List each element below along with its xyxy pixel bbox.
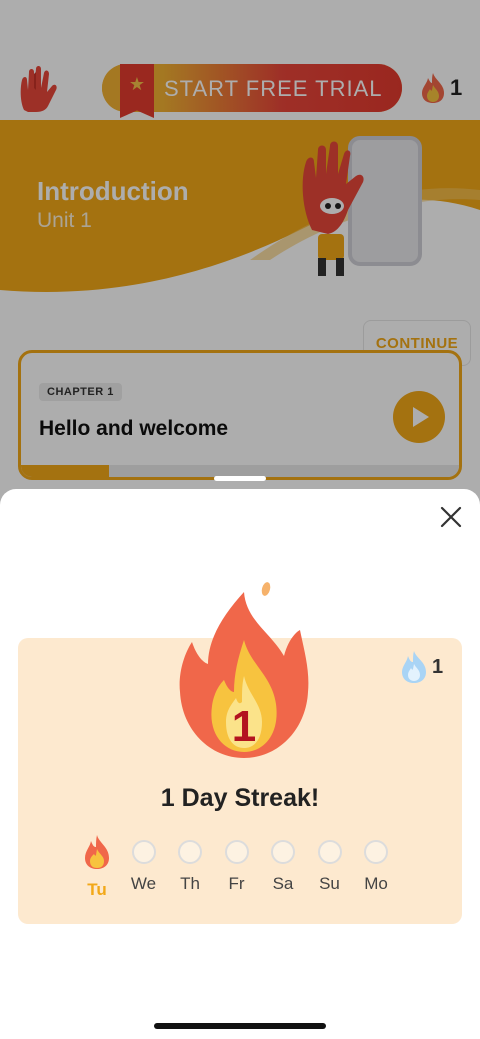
day-mo: Mo	[353, 834, 399, 894]
start-free-trial-button[interactable]: ★ START FREE TRIAL	[102, 64, 402, 118]
close-icon[interactable]	[436, 502, 466, 532]
day-empty-circle	[224, 840, 249, 864]
big-flame-icon: 1	[174, 580, 314, 765]
streak-counter[interactable]: 1	[420, 72, 462, 104]
chapter-tag: CHAPTER 1	[39, 383, 122, 401]
chapter-title: Hello and welcome	[39, 417, 229, 440]
day-th: Th	[167, 834, 213, 894]
play-icon	[413, 407, 429, 427]
continue-label: CONTINUE	[375, 334, 459, 352]
unit-subtitle: Unit 1	[37, 209, 92, 232]
streak-freeze-counter[interactable]: 1	[400, 650, 443, 684]
hand-logo-icon[interactable]	[16, 66, 58, 112]
day-sa: Sa	[260, 834, 306, 894]
star-ribbon-icon: ★	[120, 64, 154, 118]
chapter-progress-fill	[21, 465, 109, 477]
streak-title: 1 Day Streak!	[160, 784, 320, 812]
day-label: Fr	[228, 874, 245, 893]
freeze-count: 1	[432, 655, 444, 678]
top-bar: ★ START FREE TRIAL 1	[0, 60, 480, 120]
flame-icon	[85, 835, 109, 869]
day-tu: Tu	[74, 834, 120, 900]
week-tracker: Tu We Th Fr Sa Su Mo	[74, 834, 402, 904]
flame-icon	[422, 73, 444, 103]
day-empty-circle	[364, 840, 388, 864]
day-we: We	[121, 834, 167, 894]
day-empty-circle	[178, 840, 202, 864]
blue-flame-icon	[402, 651, 426, 683]
day-label: Th	[180, 874, 200, 893]
day-label: Su	[319, 874, 340, 893]
unit-title: Introduction	[37, 176, 189, 206]
day-label: Sa	[272, 874, 294, 893]
streak-number: 1	[231, 702, 257, 751]
day-empty-circle	[271, 840, 295, 864]
play-button[interactable]	[393, 391, 445, 443]
day-empty-circle	[317, 840, 342, 864]
mascot-illustration	[302, 141, 364, 276]
home-indicator	[154, 1023, 326, 1029]
day-fr: Fr	[214, 834, 260, 894]
day-empty-circle	[131, 840, 156, 864]
streak-count: 1	[450, 75, 463, 100]
trial-button-label: START FREE TRIAL	[164, 76, 383, 101]
chapter-card[interactable]: CHAPTER 1 Hello and welcome	[18, 350, 462, 480]
day-label: We	[130, 874, 157, 893]
day-su: Su	[307, 834, 353, 894]
day-label: Mo	[364, 874, 388, 893]
sheet-grabber[interactable]	[214, 476, 266, 481]
day-label: Tu	[87, 880, 107, 899]
lesson-home-screen: ★ START FREE TRIAL 1 Introduction Unit 1	[0, 0, 480, 520]
